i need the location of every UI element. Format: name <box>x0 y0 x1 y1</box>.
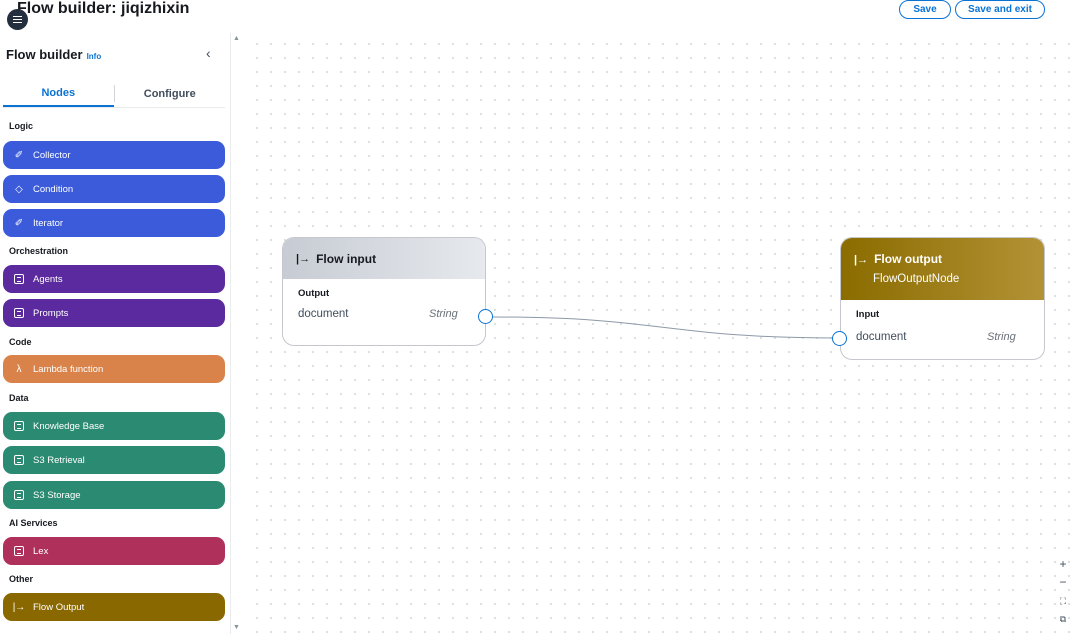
node-item-collector[interactable]: ✐ Collector <box>3 141 225 169</box>
auto-layout-button[interactable]: ⧉ <box>1056 614 1070 625</box>
section-code: Code <box>9 337 32 347</box>
node-item-label: Condition <box>33 183 74 195</box>
flow-output-header: |→ Flow output FlowOutputNode <box>841 238 1044 300</box>
flow-input-header: |→ Flow input <box>283 238 485 279</box>
s3-storage-icon <box>12 490 26 500</box>
node-item-label: Lex <box>33 545 49 557</box>
save-button[interactable]: Save <box>899 0 951 19</box>
prompts-icon <box>12 308 26 318</box>
section-other: Other <box>9 574 34 584</box>
node-item-label: Prompts <box>33 307 69 319</box>
section-ai-services: AI Services <box>9 518 58 528</box>
tab-configure[interactable]: Configure <box>115 80 226 107</box>
lex-icon <box>12 546 26 556</box>
flow-input-icon: |→ <box>296 252 311 265</box>
flow-output-icon: |→ <box>854 254 869 266</box>
node-item-label: Collector <box>33 149 71 161</box>
sidebar-tabs: Nodes Configure <box>3 80 225 108</box>
flow-builder-sidebar: Flow builder Info ‹ Nodes Configure Logic… <box>0 33 231 634</box>
input-port-label: Input <box>856 309 880 320</box>
scroll-up-arrow[interactable]: ▲ <box>233 35 240 42</box>
node-item-s3-storage[interactable]: S3 Storage <box>3 481 225 509</box>
flow-input-title: Flow input <box>316 251 377 266</box>
node-item-label: Agents <box>33 273 63 285</box>
node-item-agents[interactable]: Agents <box>3 265 225 293</box>
tab-nodes[interactable]: Nodes <box>3 80 114 107</box>
node-item-lex[interactable]: Lex <box>3 537 225 565</box>
knowledge-base-icon <box>12 421 26 431</box>
node-item-condition[interactable]: ◇ Condition <box>3 175 225 203</box>
iterator-icon: ✐ <box>14 217 24 229</box>
flow-output-subtitle: FlowOutputNode <box>873 273 960 285</box>
node-item-flow-output[interactable]: |→ Flow Output <box>3 593 225 621</box>
chevron-left-icon: ‹ <box>206 45 211 61</box>
section-logic: Logic <box>9 121 33 131</box>
collector-icon: ✐ <box>14 149 24 161</box>
menu-icon <box>13 18 22 21</box>
agents-icon <box>12 274 26 284</box>
collapse-sidebar-button[interactable]: ‹ <box>206 45 211 61</box>
zoom-out-button[interactable]: − <box>1056 575 1070 589</box>
node-item-prompts[interactable]: Prompts <box>3 299 225 327</box>
s3-retrieval-icon <box>12 455 26 465</box>
info-link[interactable]: Info <box>87 52 102 61</box>
zoom-in-button[interactable]: + <box>1056 557 1070 571</box>
flow-output-icon: |→ <box>12 601 26 613</box>
menu-button[interactable] <box>7 9 28 30</box>
node-item-iterator[interactable]: ✐ Iterator <box>3 209 225 237</box>
fit-view-button[interactable]: ⛶ <box>1056 596 1070 607</box>
node-item-label: Iterator <box>33 217 64 229</box>
condition-icon: ◇ <box>15 183 23 195</box>
page-title: Flow builder: jiqizhixin <box>17 0 190 17</box>
lambda-icon: λ <box>16 363 22 375</box>
sidebar-header: Flow builder Info <box>6 47 101 62</box>
node-item-lambda-function[interactable]: λ Lambda function <box>3 355 225 383</box>
section-data: Data <box>9 393 29 403</box>
fit-view-icon: ⛶ <box>1059 596 1067 606</box>
node-item-label: Flow Output <box>33 601 85 613</box>
flow-output-node[interactable]: |→ Flow output FlowOutputNode Input docum… <box>840 237 1045 360</box>
sidebar-title: Flow builder <box>6 47 83 62</box>
flow-input-node[interactable]: |→ Flow input Output document String <box>282 237 486 346</box>
node-item-s3-retrieval[interactable]: S3 Retrieval <box>3 446 225 474</box>
save-and-exit-button[interactable]: Save and exit <box>955 0 1045 19</box>
node-item-label: S3 Storage <box>33 489 81 501</box>
top-bar: Flow builder: jiqizhixin Save Save and e… <box>0 0 1080 33</box>
flow-canvas[interactable]: |→ Flow input Output document String |→ Fl… <box>244 33 1080 634</box>
scroll-down-arrow[interactable]: ▼ <box>233 624 240 631</box>
connection-edge[interactable] <box>492 316 841 339</box>
output-port-label: Output <box>298 288 330 299</box>
flow-output-title: Flow output <box>874 252 943 266</box>
node-item-knowledge-base[interactable]: Knowledge Base <box>3 412 225 440</box>
node-item-label: Knowledge Base <box>33 420 105 432</box>
output-field-type: String <box>429 308 458 320</box>
node-item-label: Lambda function <box>33 363 104 375</box>
input-field-type: String <box>987 331 1016 343</box>
section-orchestration: Orchestration <box>9 246 69 256</box>
flow-input-output-handle[interactable] <box>478 309 493 324</box>
output-field-name: document <box>298 308 349 320</box>
input-field-name: document <box>856 331 907 343</box>
node-item-label: S3 Retrieval <box>33 454 85 466</box>
auto-layout-icon: ⧉ <box>1059 614 1067 624</box>
flow-output-input-handle[interactable] <box>832 331 847 346</box>
